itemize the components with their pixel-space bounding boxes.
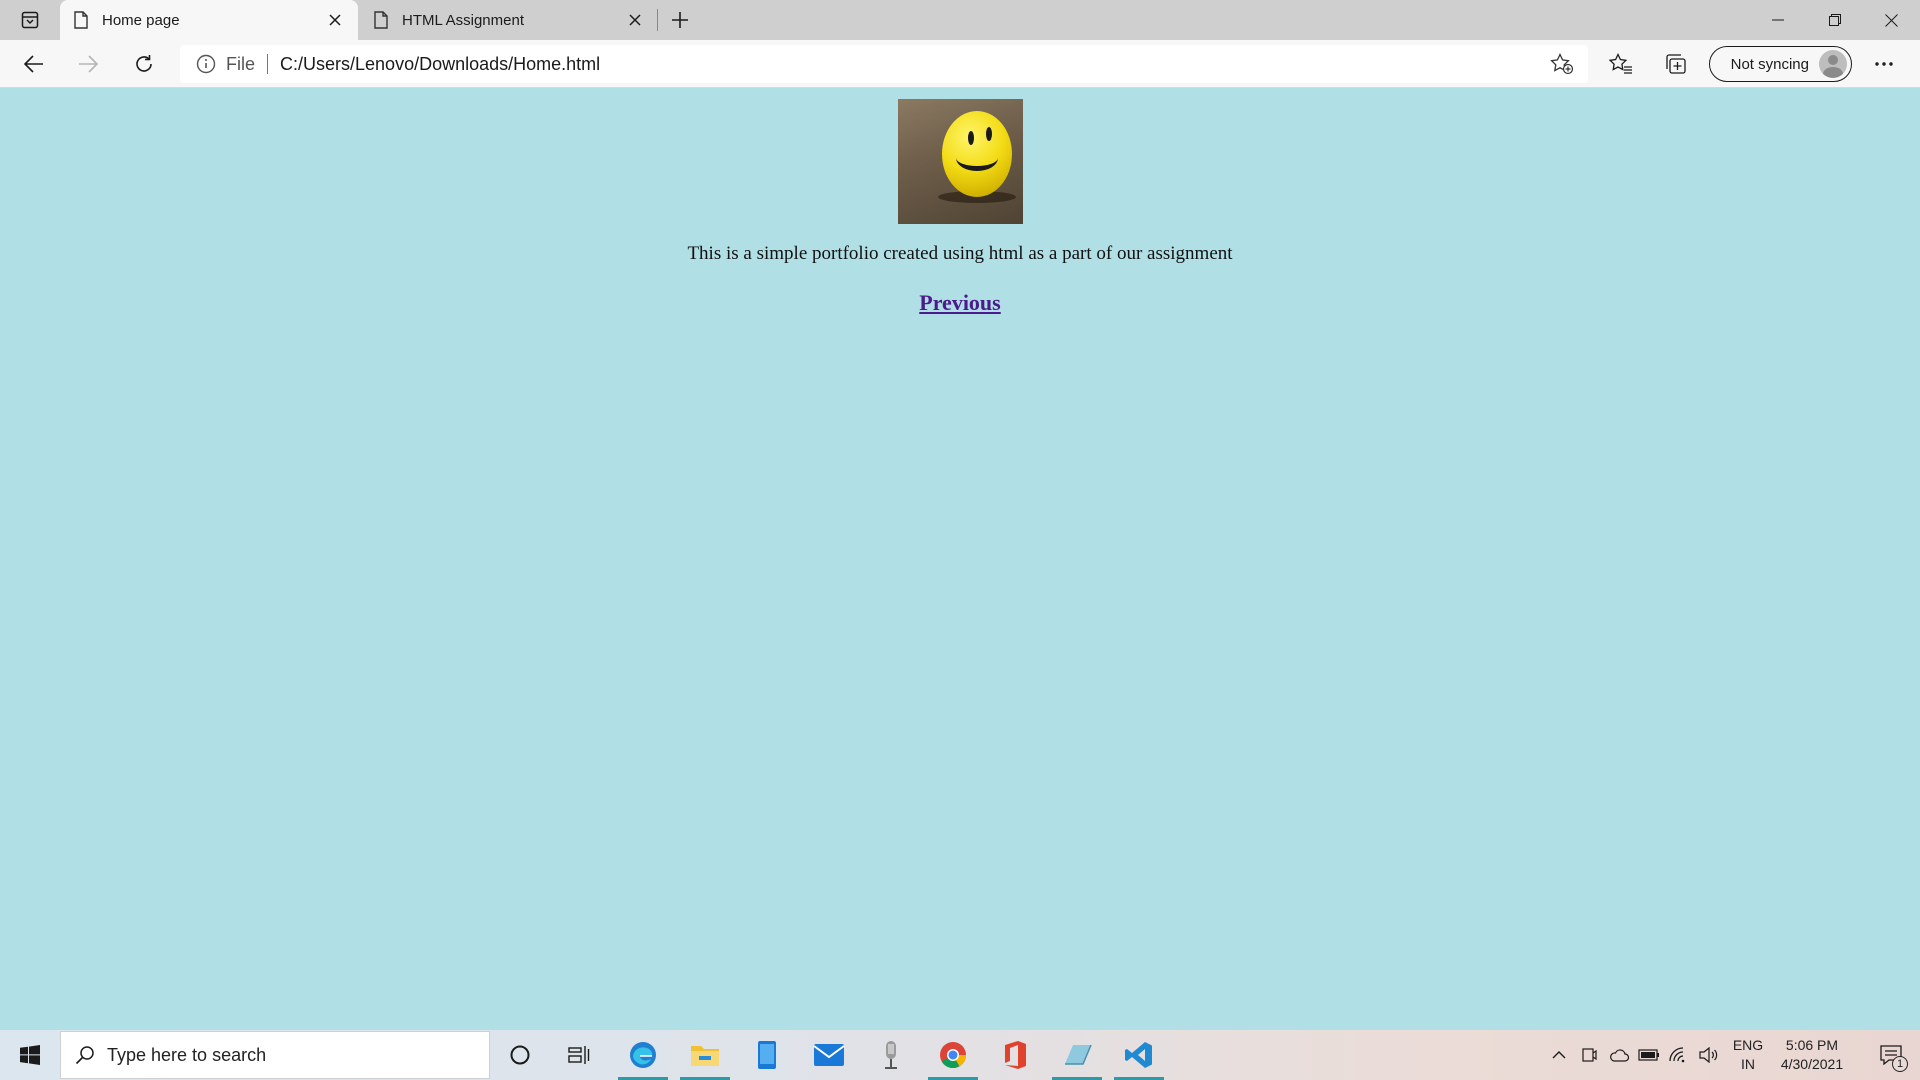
favorites-icon (1609, 53, 1632, 74)
office-app[interactable] (984, 1030, 1046, 1080)
region-code: IN (1741, 1056, 1755, 1072)
search-icon (75, 1045, 95, 1065)
search-placeholder: Type here to search (107, 1044, 267, 1065)
restore-button[interactable] (1806, 0, 1863, 40)
address-bar[interactable]: File C:/Users/Lenovo/Downloads/Home.html (180, 45, 1588, 83)
start-button[interactable] (0, 1030, 60, 1080)
refresh-button[interactable] (126, 46, 162, 82)
mail-app[interactable] (798, 1030, 860, 1080)
previous-link[interactable]: Previous (919, 290, 1000, 315)
wifi-icon (1669, 1047, 1685, 1063)
browser-toolbar: File C:/Users/Lenovo/Downloads/Home.html… (0, 40, 1920, 88)
chevron-up-icon (1552, 1051, 1566, 1059)
whiteboard-app[interactable] (1046, 1030, 1108, 1080)
chrome-app[interactable] (922, 1030, 984, 1080)
settings-menu-button[interactable] (1864, 46, 1904, 82)
back-arrow-icon (24, 55, 43, 73)
tab-separator (657, 9, 658, 31)
whiteboard-icon (1065, 1044, 1092, 1065)
smiley-ball-image (898, 99, 1023, 224)
cloud-icon (1610, 1049, 1629, 1062)
mail-icon (813, 1044, 845, 1066)
battery-button[interactable] (1634, 1030, 1664, 1080)
smiley-mouth (956, 145, 998, 171)
clock[interactable]: 5:06 PM 4/30/2021 (1770, 1036, 1854, 1074)
meet-now-icon (1582, 1048, 1597, 1062)
tab-bar: Home page HTML Assignment (0, 0, 1920, 40)
cortana-icon (510, 1045, 530, 1065)
taskbar: Type here to search ENG IN 5:06 PM 4/30/… (0, 1030, 1920, 1080)
new-tab-button[interactable] (664, 4, 696, 36)
page-icon (74, 10, 90, 30)
network-button[interactable] (1664, 1030, 1694, 1080)
minimize-button[interactable] (1749, 0, 1806, 40)
smiley-left-eye (968, 131, 974, 145)
volume-button[interactable] (1694, 1030, 1724, 1080)
tab-home-page[interactable]: Home page (60, 0, 358, 40)
windows-logo-icon (20, 1045, 40, 1065)
page-icon (374, 10, 390, 30)
taskbar-search-box[interactable]: Type here to search (60, 1031, 490, 1079)
favorites-button[interactable] (1601, 46, 1641, 82)
plus-icon (672, 12, 688, 28)
tab-actions-icon (21, 11, 39, 29)
task-view-button[interactable] (548, 1030, 610, 1080)
mic-app-icon (885, 1041, 897, 1069)
tab-title: HTML Assignment (402, 11, 524, 29)
restore-icon (1828, 14, 1841, 26)
clock-time: 5:06 PM (1785, 1037, 1839, 1053)
collections-icon (1666, 54, 1686, 74)
language-code: ENG (1732, 1037, 1764, 1053)
vscode-icon (1125, 1042, 1152, 1068)
clock-date: 4/30/2021 (1780, 1056, 1844, 1072)
refresh-icon (136, 55, 152, 72)
phone-app[interactable] (736, 1030, 798, 1080)
tab-html-assignment[interactable]: HTML Assignment (360, 0, 658, 40)
show-hidden-icons-button[interactable] (1544, 1030, 1574, 1080)
avatar (1819, 50, 1847, 78)
speaker-icon (1699, 1047, 1718, 1063)
close-icon (1885, 13, 1898, 27)
forward-button[interactable] (70, 46, 106, 82)
onedrive-button[interactable] (1604, 1030, 1634, 1080)
collections-button[interactable] (1656, 46, 1696, 82)
close-tab-icon[interactable] (620, 5, 650, 35)
profile-button[interactable]: Not syncing (1709, 46, 1852, 82)
voice-recorder-app[interactable] (860, 1030, 922, 1080)
close-window-button[interactable] (1863, 0, 1920, 40)
edge-app[interactable] (612, 1030, 674, 1080)
meet-now-button[interactable] (1574, 1030, 1604, 1080)
back-button[interactable] (16, 46, 52, 82)
star-add-icon (1550, 53, 1574, 75)
address-divider (267, 54, 269, 74)
smiley-right-eye (986, 127, 992, 141)
input-language-indicator[interactable]: ENG IN (1730, 1036, 1766, 1074)
task-view-icon (568, 1046, 590, 1064)
phone-icon (758, 1041, 776, 1069)
edge-icon (630, 1042, 656, 1068)
close-tab-icon[interactable] (320, 5, 350, 35)
page-content: This is a simple portfolio created using… (0, 88, 1920, 1030)
cortana-button[interactable] (489, 1030, 551, 1080)
sync-status-label: Not syncing (1730, 55, 1809, 73)
file-explorer-icon (691, 1046, 719, 1066)
battery-icon (1638, 1049, 1659, 1061)
forward-arrow-icon (79, 55, 98, 73)
tab-actions-button[interactable] (10, 6, 50, 34)
add-favorite-button[interactable] (1542, 46, 1582, 82)
more-icon (1875, 62, 1893, 66)
url-text[interactable]: C:/Users/Lenovo/Downloads/Home.html (280, 54, 1542, 75)
info-icon[interactable] (196, 54, 218, 74)
previous-link-container: Previous (0, 290, 1920, 316)
notification-count-badge: 1 (1892, 1056, 1908, 1072)
office-icon (1005, 1041, 1026, 1069)
url-scheme-label: File (226, 53, 256, 74)
action-center-button[interactable]: 1 (1866, 1030, 1916, 1080)
portfolio-description: This is a simple portfolio created using… (687, 243, 1233, 264)
vscode-app[interactable] (1108, 1030, 1170, 1080)
chrome-icon (940, 1042, 967, 1069)
tab-title: Home page (102, 11, 180, 29)
file-explorer-app[interactable] (674, 1030, 736, 1080)
minimize-icon (1771, 19, 1784, 21)
